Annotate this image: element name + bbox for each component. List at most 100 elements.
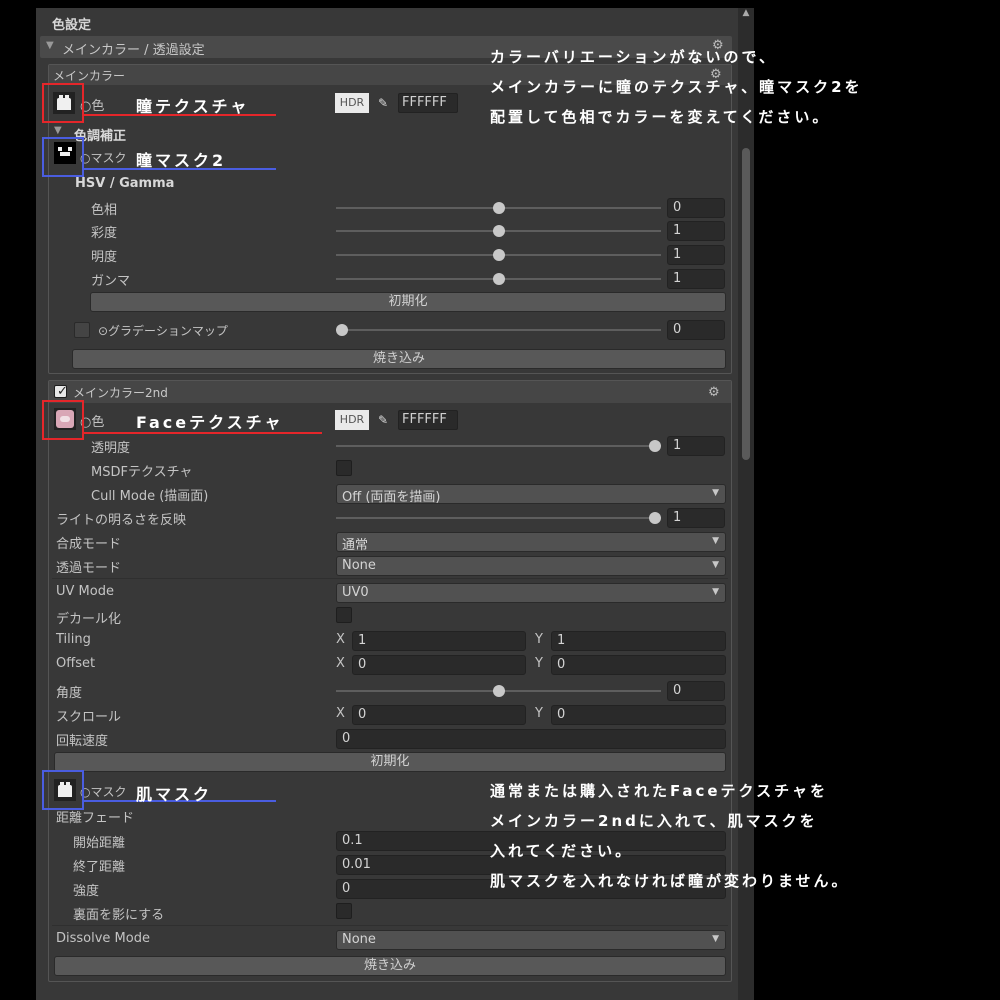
dissolve-mode-dropdown[interactable]: None ▼ xyxy=(336,930,726,950)
divider xyxy=(52,925,728,926)
mask-label: ○マスク xyxy=(80,785,127,799)
axis-y-label: Y xyxy=(535,632,543,647)
angle-slider-knob[interactable] xyxy=(492,685,505,697)
axis-x-label: X xyxy=(336,706,345,721)
uv-mode-dropdown[interactable]: UV0 ▼ xyxy=(336,583,726,603)
mask-label: ○マスク xyxy=(80,151,127,165)
saturation-slider-knob[interactable] xyxy=(492,225,505,237)
gamma-slider-knob[interactable] xyxy=(492,273,505,285)
tiling-x-input[interactable]: 1 xyxy=(352,631,526,651)
hdr-badge[interactable]: HDR xyxy=(335,410,369,430)
opacity-slider-track[interactable] xyxy=(336,445,661,447)
light-input[interactable]: 1 xyxy=(667,508,725,528)
opacity-slider-knob[interactable] xyxy=(649,440,661,452)
msdf-checkbox[interactable] xyxy=(336,460,352,476)
decal-checkbox[interactable] xyxy=(336,607,352,623)
saturation-label: 彩度 xyxy=(91,226,118,241)
opacity-input[interactable]: 1 xyxy=(667,436,725,456)
note-bottom: 通常または購入されたFaceテクスチャを メインカラー2ndに入れて、肌マスクを… xyxy=(490,782,850,890)
brightness-slider-knob[interactable] xyxy=(492,249,505,261)
cull-mode-dropdown[interactable]: Off (両面を描画) ▼ xyxy=(336,484,726,505)
section-title: 色設定 xyxy=(52,18,92,33)
blend-mode-dropdown[interactable]: 通常 ▼ xyxy=(336,532,726,553)
light-slider-track[interactable] xyxy=(336,517,661,519)
hue-input[interactable]: 0 xyxy=(667,198,725,218)
angle-label: 角度 xyxy=(56,686,83,701)
skin-mask-annotation: 肌マスク xyxy=(136,785,213,804)
chevron-down-icon: ▼ xyxy=(712,488,719,498)
light-brightness-label: ライトの明るさを反映 xyxy=(56,513,187,528)
face-texture-highlight xyxy=(42,400,84,440)
offset-label: Offset xyxy=(56,656,96,671)
cull-mode-label: Cull Mode (描画面) xyxy=(91,489,209,504)
chevron-down-icon: ▼ xyxy=(712,934,719,944)
gamma-label: ガンマ xyxy=(91,274,131,289)
eyedropper-icon[interactable]: ✎ xyxy=(373,410,393,430)
divider xyxy=(52,578,728,579)
eye-mask-highlight xyxy=(42,137,84,177)
hue-slider-knob[interactable] xyxy=(492,202,505,214)
eye-mask-annotation: 瞳マスク2 xyxy=(136,151,227,170)
hue-label: 色相 xyxy=(91,203,118,218)
foldout-triangle-icon[interactable]: ▼ xyxy=(54,125,62,136)
alpha-mode-label: 透過モード xyxy=(56,561,122,576)
saturation-input[interactable]: 1 xyxy=(667,221,725,241)
gradient-slider-knob[interactable] xyxy=(336,324,348,336)
main-color-2nd-enable-checkbox[interactable] xyxy=(54,384,68,399)
scroll-thumb[interactable] xyxy=(742,148,750,460)
bake-button[interactable]: 焼き込み xyxy=(54,956,726,976)
eye-texture-highlight xyxy=(42,83,84,123)
face-texture-annotation: Faceテクスチャ xyxy=(136,413,284,432)
dissolve-mode-label: Dissolve Mode xyxy=(56,931,150,946)
gradient-slider-track[interactable] xyxy=(336,329,661,331)
foldout-triangle-icon: ▼ xyxy=(46,40,54,51)
color-hex-field[interactable]: FFFFFF xyxy=(398,410,458,430)
gradient-map-toggle[interactable] xyxy=(74,322,90,338)
gamma-input[interactable]: 1 xyxy=(667,269,725,289)
uv-mode-label: UV Mode xyxy=(56,584,114,599)
eyedropper-icon[interactable]: ✎ xyxy=(373,93,393,113)
scroll-up-arrow-icon[interactable]: ▲ xyxy=(741,8,751,20)
eye-texture-annotation: 瞳テクスチャ xyxy=(136,97,250,116)
opacity-label: 透明度 xyxy=(91,441,131,456)
brightness-input[interactable]: 1 xyxy=(667,245,725,265)
main-color-2nd-header: メインカラー2nd xyxy=(49,381,731,403)
chevron-down-icon: ▼ xyxy=(712,587,719,597)
strength-label: 強度 xyxy=(73,884,100,899)
gradient-map-label: ⊙グラデーションマップ xyxy=(98,324,228,338)
scroll-label: スクロール xyxy=(56,710,122,725)
axis-x-label: X xyxy=(336,632,345,647)
chevron-down-icon: ▼ xyxy=(712,536,719,546)
axis-x-label: X xyxy=(336,656,345,671)
color-hex-field[interactable]: FFFFFF xyxy=(398,93,458,113)
offset-y-input[interactable]: 0 xyxy=(551,655,726,675)
blend-mode-label: 合成モード xyxy=(56,537,122,552)
angle-input[interactable]: 0 xyxy=(667,681,725,701)
axis-y-label: Y xyxy=(535,706,543,721)
gear-icon[interactable]: ⚙ xyxy=(708,385,720,400)
uv-reset-button[interactable]: 初期化 xyxy=(54,752,726,772)
rotation-speed-input[interactable]: 0 xyxy=(336,729,726,749)
backface-shadow-checkbox[interactable] xyxy=(336,903,352,919)
scroll-x-input[interactable]: 0 xyxy=(352,705,526,725)
note-top: カラーバリエーションがないので、 メインカラーに瞳のテクスチャ、瞳マスク2を 配… xyxy=(490,48,863,126)
tiling-y-input[interactable]: 1 xyxy=(551,631,726,651)
start-distance-label: 開始距離 xyxy=(73,836,126,851)
alpha-mode-dropdown[interactable]: None ▼ xyxy=(336,556,726,576)
msdf-label: MSDFテクスチャ xyxy=(91,465,193,480)
brightness-label: 明度 xyxy=(91,250,118,265)
hdr-badge[interactable]: HDR xyxy=(335,93,369,113)
rotation-speed-label: 回転速度 xyxy=(56,734,109,749)
offset-x-input[interactable]: 0 xyxy=(352,655,526,675)
skin-mask-highlight xyxy=(42,770,84,810)
backface-shadow-label: 裏面を影にする xyxy=(73,908,165,923)
chevron-down-icon: ▼ xyxy=(712,560,719,570)
foldout-label: メインカラー / 透過設定 xyxy=(62,43,205,58)
scroll-y-input[interactable]: 0 xyxy=(551,705,726,725)
axis-y-label: Y xyxy=(535,656,543,671)
gradient-input[interactable]: 0 xyxy=(667,320,725,340)
hsv-reset-button[interactable]: 初期化 xyxy=(90,292,726,312)
hsv-gamma-title: HSV / Gamma xyxy=(75,176,175,191)
light-slider-knob[interactable] xyxy=(649,512,661,524)
bake-button[interactable]: 焼き込み xyxy=(72,349,726,369)
